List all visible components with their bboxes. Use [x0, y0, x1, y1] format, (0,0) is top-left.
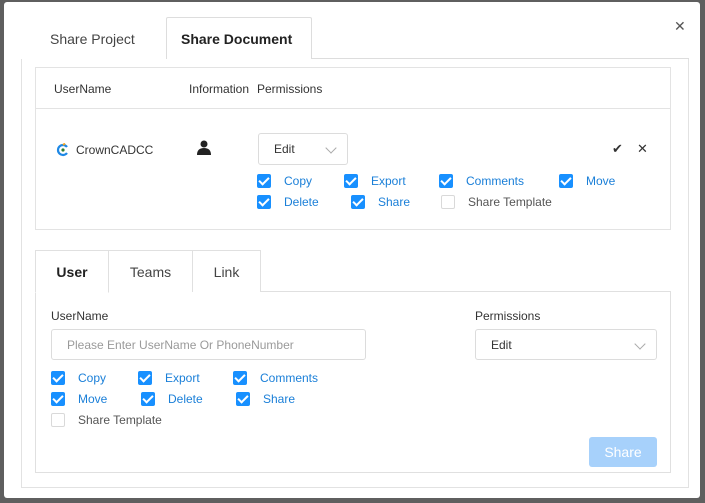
- invite-option-share-template[interactable]: Share Template: [51, 413, 162, 427]
- confirm-check-icon[interactable]: ✔: [612, 141, 623, 157]
- checkbox-checked-icon: [138, 371, 152, 385]
- share-button[interactable]: Share: [589, 437, 657, 467]
- option-label: Share: [378, 195, 411, 209]
- invite-option-share[interactable]: Share: [236, 392, 295, 406]
- tab-share-project[interactable]: Share Project: [21, 17, 166, 59]
- checkbox-checked-icon: [344, 174, 358, 188]
- member-option-copy[interactable]: Copy: [257, 174, 312, 188]
- tab-teams[interactable]: Teams: [108, 250, 193, 292]
- tab-link[interactable]: Link: [192, 250, 261, 292]
- option-label: Move: [78, 392, 108, 406]
- username-input[interactable]: [51, 329, 366, 360]
- option-label: Export: [371, 174, 406, 188]
- permissions-label: Permissions: [475, 309, 541, 323]
- header-username: UserName: [54, 82, 112, 96]
- remove-member-icon[interactable]: ✕: [637, 141, 648, 157]
- checkbox-checked-icon: [51, 371, 65, 385]
- invite-permission-select[interactable]: Edit: [475, 329, 657, 360]
- checkbox-checked-icon: [141, 392, 155, 406]
- option-label: Copy: [284, 174, 313, 188]
- crowncad-logo-icon: [56, 142, 70, 157]
- checkbox-checked-icon: [257, 174, 271, 188]
- member-option-delete[interactable]: Delete: [257, 195, 319, 209]
- option-label: Delete: [284, 195, 319, 209]
- members-table-header: UserName Information Permissions: [36, 68, 670, 109]
- chevron-down-icon: [634, 338, 646, 350]
- option-label: Share: [263, 392, 296, 406]
- bottom-tabs: User Teams Link: [35, 250, 261, 293]
- option-label: Delete: [168, 392, 203, 406]
- member-permission-select[interactable]: Edit: [258, 133, 348, 165]
- user-avatar-icon: [196, 139, 212, 160]
- checkbox-checked-icon: [351, 195, 365, 209]
- share-dialog: ✕ Share Project Share Document UserName …: [4, 2, 700, 498]
- member-username: CrownCADCC: [56, 142, 154, 157]
- tab-share-document[interactable]: Share Document: [166, 17, 312, 59]
- member-option-share-template[interactable]: Share Template: [441, 195, 552, 209]
- username-label: UserName: [51, 309, 109, 323]
- close-icon[interactable]: ✕: [674, 19, 686, 33]
- checkbox-unchecked-icon: [441, 195, 455, 209]
- option-label: Comments: [260, 371, 319, 385]
- chevron-down-icon: [325, 142, 337, 154]
- members-table: UserName Information Permissions CrownCA…: [35, 67, 671, 230]
- checkbox-checked-icon: [51, 392, 65, 406]
- checkbox-checked-icon: [257, 195, 271, 209]
- invite-panel: UserName Permissions Edit Copy Export Co…: [35, 291, 671, 473]
- member-option-share[interactable]: Share: [351, 195, 410, 209]
- invite-option-delete[interactable]: Delete: [141, 392, 203, 406]
- member-option-export[interactable]: Export: [344, 174, 406, 188]
- header-information: Information: [189, 82, 250, 96]
- invite-permission-value: Edit: [491, 337, 512, 352]
- member-option-move[interactable]: Move: [559, 174, 615, 188]
- member-permission-value: Edit: [274, 142, 295, 156]
- invite-option-export[interactable]: Export: [138, 371, 200, 385]
- member-username-text: CrownCADCC: [76, 143, 154, 157]
- checkbox-checked-icon: [559, 174, 573, 188]
- checkbox-unchecked-icon: [51, 413, 65, 427]
- option-label: Share Template: [78, 413, 162, 427]
- header-permissions: Permissions: [257, 82, 323, 96]
- option-label: Move: [586, 174, 616, 188]
- option-label: Copy: [78, 371, 107, 385]
- option-label: Export: [165, 371, 200, 385]
- top-tabs: Share Project Share Document: [21, 17, 312, 59]
- option-label: Share Template: [468, 195, 552, 209]
- checkbox-checked-icon: [439, 174, 453, 188]
- invite-option-comments[interactable]: Comments: [233, 371, 318, 385]
- checkbox-checked-icon: [236, 392, 250, 406]
- invite-option-move[interactable]: Move: [51, 392, 107, 406]
- invite-option-copy[interactable]: Copy: [51, 371, 106, 385]
- member-option-comments[interactable]: Comments: [439, 174, 524, 188]
- option-label: Comments: [466, 174, 525, 188]
- tab-user[interactable]: User: [35, 250, 109, 293]
- checkbox-checked-icon: [233, 371, 247, 385]
